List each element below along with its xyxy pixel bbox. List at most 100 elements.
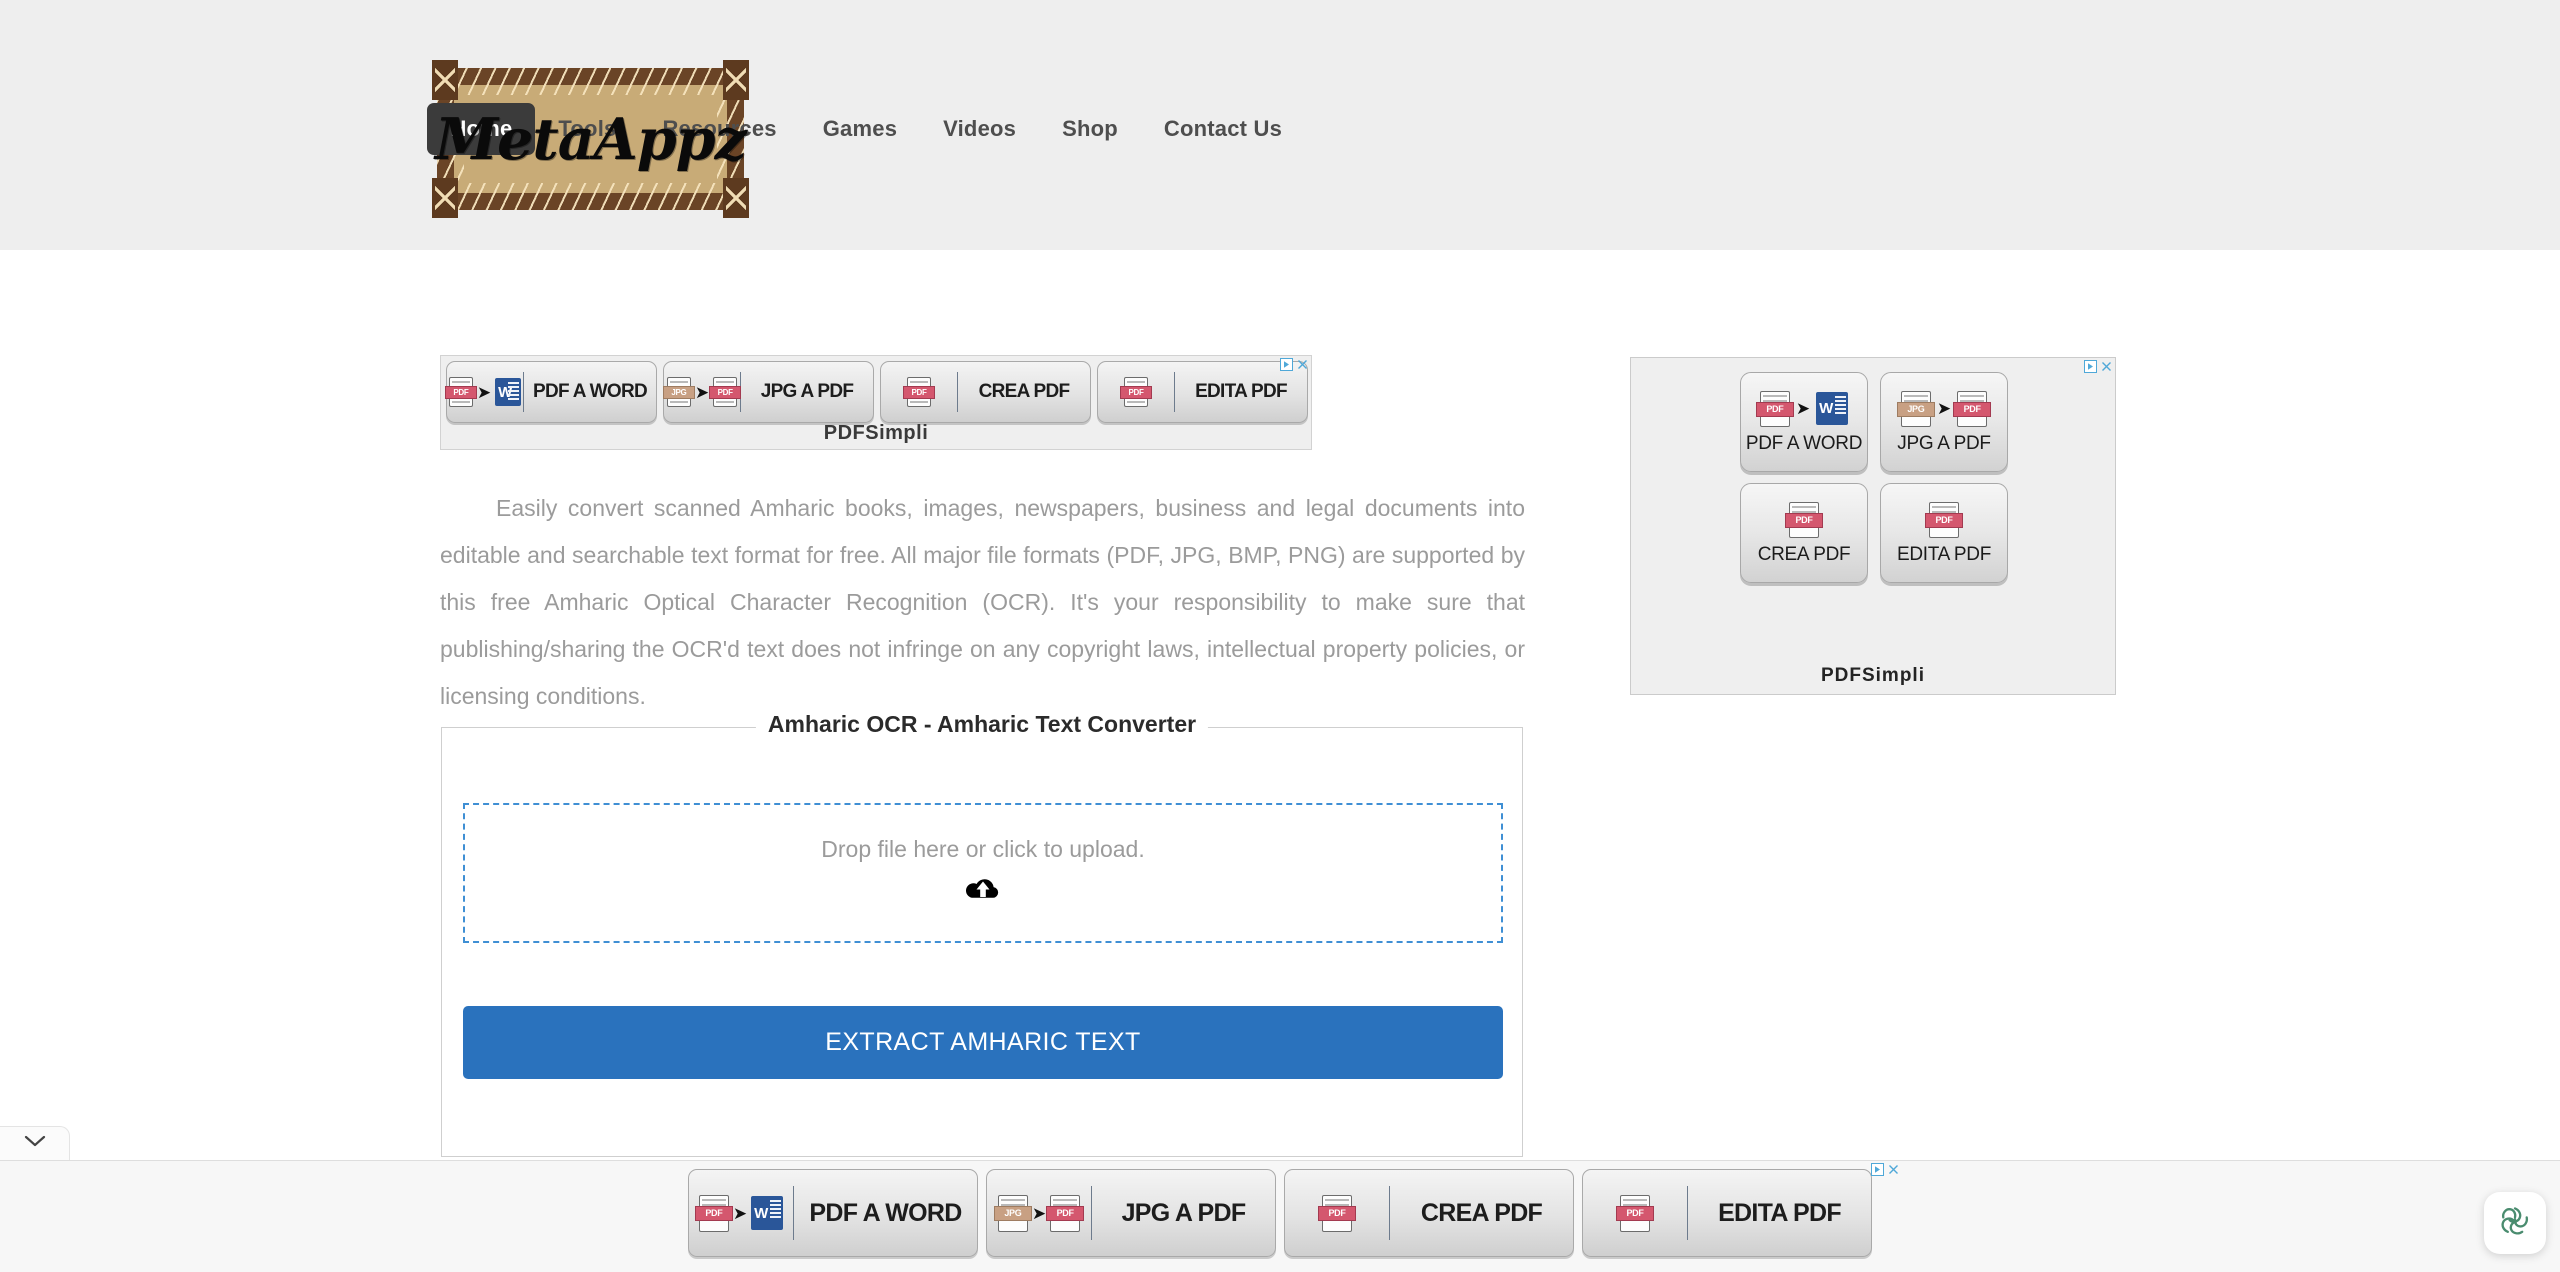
pinwheel-logo-icon bbox=[2497, 1203, 2533, 1244]
pdf-file-icon: PDF bbox=[1755, 390, 1794, 427]
logo-text: MetaAppz bbox=[435, 105, 747, 173]
site-logo[interactable]: MetaAppz bbox=[432, 60, 749, 218]
pdf-tag-label: PDF bbox=[694, 1205, 733, 1221]
ad-icon-group: PDF bbox=[1098, 377, 1174, 407]
arrow-right-icon: ➤ bbox=[732, 1203, 748, 1223]
pdf-tag-label: PDF bbox=[1046, 1205, 1085, 1221]
word-file-icon bbox=[751, 1196, 784, 1230]
cloud-upload-icon bbox=[965, 875, 1001, 910]
bottom-sticky-ad[interactable]: PDF ➤ PDF A WORD JPG ➤ PDF JPG bbox=[0, 1160, 2560, 1272]
ad-button-label: JPG A PDF bbox=[1121, 1198, 1247, 1227]
ad-advertiser-caption: PDFSimpli bbox=[1820, 665, 1925, 686]
ad-button-label: PDF A WORD bbox=[809, 1198, 962, 1227]
pdf-tag-label: PDF bbox=[1318, 1205, 1356, 1221]
jpg-file-icon: JPG bbox=[993, 1194, 1032, 1232]
ad-button-label: EDITA PDF bbox=[1896, 543, 1992, 565]
ad-button-pdf-a-word[interactable]: PDF ➤ PDF A WORD bbox=[688, 1169, 978, 1257]
ad-button-label: CREA PDF bbox=[978, 381, 1071, 402]
ad-icon-group: PDF bbox=[1925, 501, 1963, 539]
ad-close-icon[interactable] bbox=[2100, 360, 2113, 373]
pdf-file-icon: PDF bbox=[1318, 1194, 1356, 1232]
ocr-converter-panel: Amharic OCR - Amharic Text Converter Dro… bbox=[441, 711, 1523, 1157]
ad-button-label: PDF A WORD bbox=[1745, 432, 1863, 454]
pdf-file-icon: PDF bbox=[1925, 501, 1963, 538]
pdf-tag-label: PDF bbox=[1785, 512, 1823, 528]
ad-button-label: JPG A PDF bbox=[1897, 432, 1991, 454]
ad-icon-group: PDF bbox=[1785, 501, 1823, 539]
ad-button-label: CREA PDF bbox=[1420, 1198, 1543, 1227]
ad-icon-group: PDF bbox=[881, 377, 957, 407]
adchoices-icon[interactable] bbox=[1871, 1163, 1884, 1181]
ad-button-edita-pdf[interactable]: PDF EDITA PDF bbox=[1582, 1169, 1872, 1257]
ad-button-jpg-a-pdf[interactable]: JPG ➤ PDF JPG A PDF bbox=[1880, 372, 2008, 472]
ad-button-crea-pdf[interactable]: PDF CREA PDF bbox=[1740, 483, 1868, 583]
ad-button-jpg-a-pdf[interactable]: JPG ➤ PDF JPG A PDF bbox=[662, 361, 874, 423]
ad-button-label: CREA PDF bbox=[1757, 543, 1851, 565]
pdf-file-icon: PDF bbox=[1120, 377, 1152, 407]
pdf-file-icon: PDF bbox=[1616, 1194, 1654, 1232]
pdf-file-icon: PDF bbox=[903, 377, 935, 407]
ad-close-icon[interactable] bbox=[1296, 358, 1309, 371]
intro-paragraph: Easily convert scanned Amharic books, im… bbox=[440, 495, 1525, 709]
word-file-icon bbox=[495, 378, 522, 406]
ad-button-edita-pdf[interactable]: PDF EDITA PDF bbox=[1880, 483, 2008, 583]
ad-advertiser-caption: PDFSimpli bbox=[823, 422, 929, 444]
ad-button-jpg-a-pdf[interactable]: JPG ➤ PDF JPG A PDF bbox=[986, 1169, 1276, 1257]
ad-button-crea-pdf[interactable]: PDF CREA PDF bbox=[1284, 1169, 1574, 1257]
ad-collapse-tab[interactable] bbox=[0, 1126, 70, 1160]
ad-icon-group: PDF bbox=[1583, 1194, 1687, 1232]
pdf-file-icon: PDF bbox=[694, 1194, 733, 1232]
pdf-file-icon: PDF bbox=[444, 377, 477, 407]
main-navigation: Home Tools Resources Games Videos Shop C… bbox=[427, 103, 2560, 155]
pdf-tag-label: PDF bbox=[709, 386, 742, 399]
jpg-tag-label: JPG bbox=[993, 1205, 1032, 1221]
ad-button-edita-pdf[interactable]: PDF EDITA PDF bbox=[1097, 361, 1308, 423]
nav-item-shop[interactable]: Shop bbox=[1039, 103, 1141, 155]
arrow-right-icon: ➤ bbox=[1936, 399, 1952, 418]
nav-item-videos[interactable]: Videos bbox=[920, 103, 1039, 155]
ad-icon-group: JPG ➤ PDF bbox=[987, 1194, 1091, 1232]
arrow-right-icon: ➤ bbox=[694, 382, 710, 402]
adchoices-icon[interactable] bbox=[2084, 360, 2097, 373]
arrow-right-icon: ➤ bbox=[476, 382, 492, 402]
chevron-down-icon bbox=[24, 1134, 46, 1153]
pdf-tag-label: PDF bbox=[1755, 401, 1794, 417]
nav-item-contact-us[interactable]: Contact Us bbox=[1141, 103, 1305, 155]
ad-icon-group: PDF ➤ bbox=[689, 1194, 793, 1232]
pdf-tag-label: PDF bbox=[1120, 386, 1152, 399]
ad-icon-group: JPG ➤ PDF bbox=[662, 377, 742, 407]
adchoices-icon[interactable] bbox=[1280, 358, 1293, 371]
ad-icon-group: PDF ➤ bbox=[1755, 390, 1849, 428]
pdf-file-icon: PDF bbox=[1046, 1194, 1085, 1232]
arrow-right-icon: ➤ bbox=[1795, 399, 1811, 418]
ad-button-label: JPG A PDF bbox=[760, 381, 854, 402]
floating-assistant-widget[interactable] bbox=[2484, 1192, 2546, 1254]
word-file-icon bbox=[1816, 392, 1849, 425]
nav-item-games[interactable]: Games bbox=[800, 103, 920, 155]
jpg-tag-label: JPG bbox=[1896, 401, 1935, 417]
jpg-file-icon: JPG bbox=[662, 377, 695, 407]
pdf-tag-label: PDF bbox=[903, 386, 935, 399]
file-dropzone[interactable]: Drop file here or click to upload. bbox=[463, 803, 1503, 943]
pdf-file-icon: PDF bbox=[1953, 390, 1992, 427]
sidebar-ad[interactable]: PDF ➤ PDF A WORD JPG ➤ PDF JPG A PDF bbox=[1630, 357, 2116, 695]
ad-close-icon[interactable] bbox=[1887, 1163, 1900, 1181]
ad-button-label: EDITA PDF bbox=[1195, 381, 1288, 402]
ad-button-crea-pdf[interactable]: PDF CREA PDF bbox=[880, 361, 1091, 423]
pdf-tag-label: PDF bbox=[1953, 401, 1992, 417]
site-header: MetaAppz Home Tools Resources Games Vide… bbox=[0, 0, 2560, 250]
pdf-tag-label: PDF bbox=[1925, 512, 1963, 528]
dropzone-label: Drop file here or click to upload. bbox=[821, 836, 1145, 862]
arrow-right-icon: ➤ bbox=[1031, 1203, 1047, 1223]
ocr-panel-legend: Amharic OCR - Amharic Text Converter bbox=[755, 711, 1209, 738]
pdf-file-icon: PDF bbox=[709, 377, 742, 407]
ad-button-pdf-a-word[interactable]: PDF ➤ PDF A WORD bbox=[1740, 372, 1868, 472]
pdf-tag-label: PDF bbox=[1616, 1205, 1654, 1221]
leaderboard-ad[interactable]: PDF ➤ PDF A WORD JPG ➤ PDF JPG bbox=[440, 355, 1312, 450]
extract-amharic-text-button[interactable]: EXTRACT AMHARIC TEXT bbox=[463, 1006, 1503, 1079]
jpg-tag-label: JPG bbox=[662, 386, 695, 399]
jpg-file-icon: JPG bbox=[1896, 390, 1935, 427]
ad-icon-group: JPG ➤ PDF bbox=[1896, 390, 1992, 428]
ad-button-pdf-a-word[interactable]: PDF ➤ PDF A WORD bbox=[444, 361, 657, 423]
ad-icon-group: PDF ➤ bbox=[444, 377, 523, 407]
